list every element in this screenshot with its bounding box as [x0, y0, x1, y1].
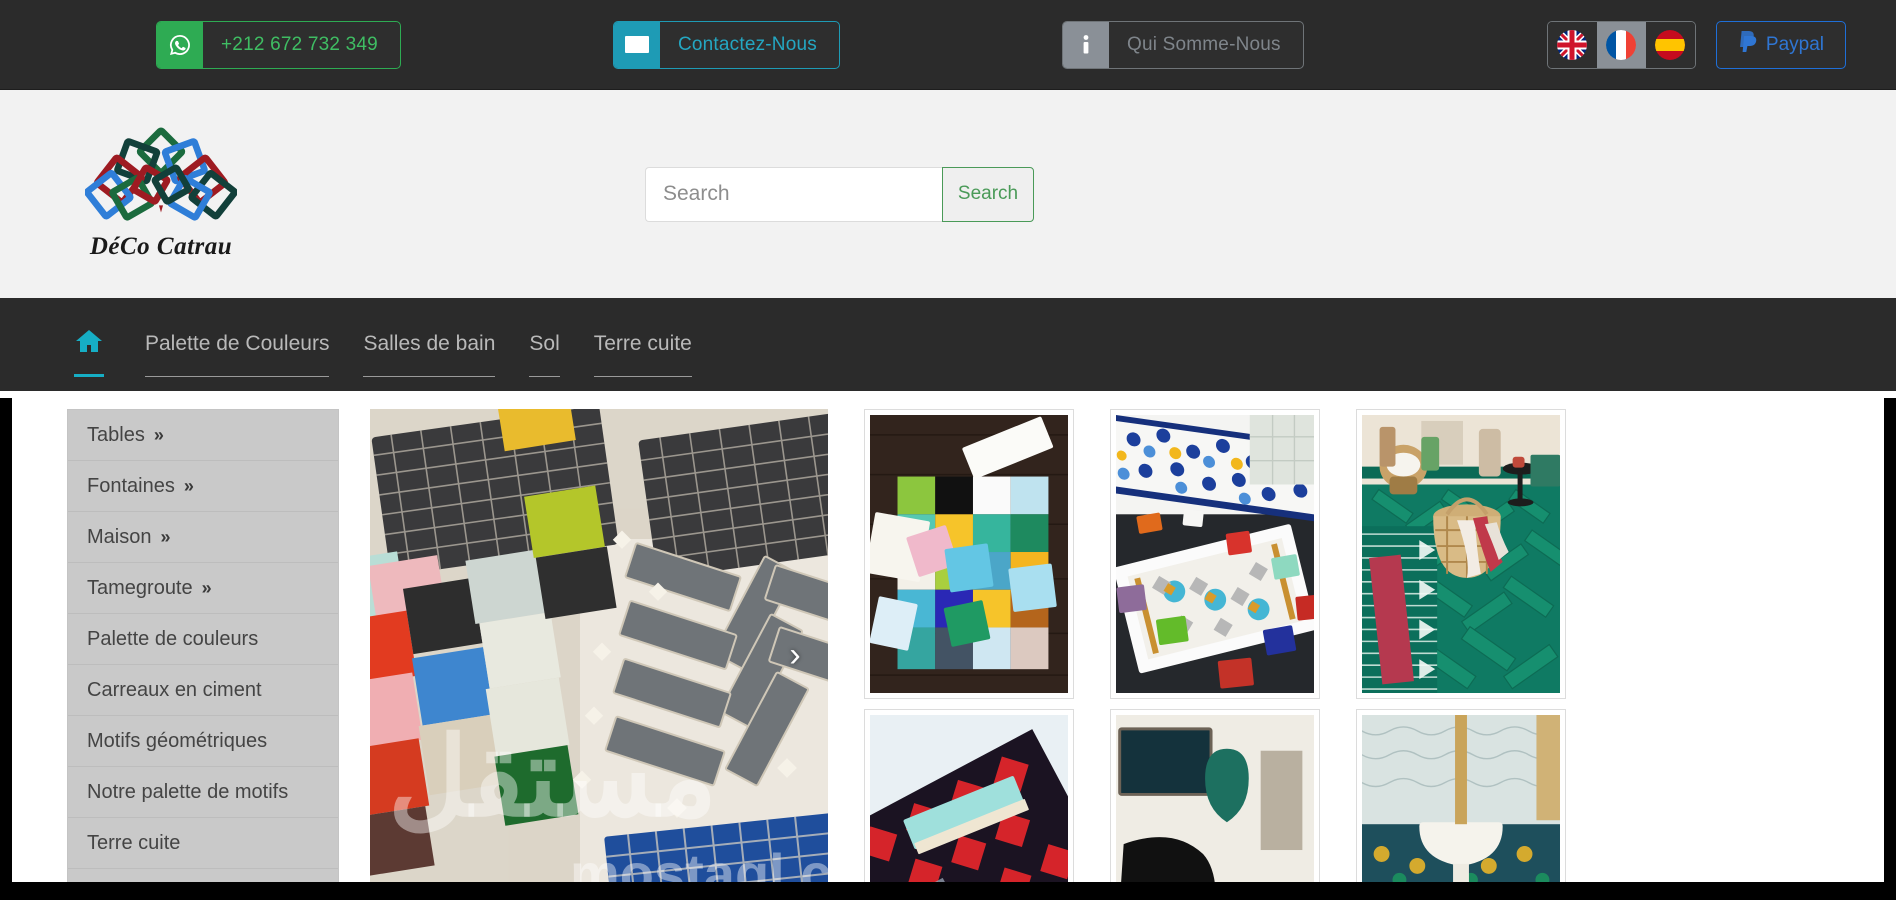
- sidebar-item-palette-de-couleurs[interactable]: Palette de couleurs: [68, 614, 338, 665]
- sidebar-item-label: Tables: [87, 423, 145, 446]
- sidebar-item-label: Tamegroute: [87, 576, 193, 599]
- contact-us-button[interactable]: Contactez-Nous: [612, 20, 840, 69]
- language-option-spanish[interactable]: [1645, 21, 1695, 68]
- search-input[interactable]: [645, 166, 942, 222]
- viewport-bottom-bar: [0, 882, 1896, 900]
- sidebar-item-terre-cuite[interactable]: Terre cuite: [68, 818, 338, 869]
- nav-item-terre-cuite[interactable]: Terre cuite: [577, 319, 709, 391]
- topbar-right-group: Paypal: [1546, 20, 1846, 69]
- thumbnail-green-herringbone-room[interactable]: [1356, 409, 1566, 699]
- uk-flag-icon: [1557, 29, 1588, 60]
- thumbnail-image: [870, 415, 1068, 693]
- chevron-double-right-icon: »: [201, 577, 212, 598]
- about-us-label: Qui Somme-Nous: [1126, 33, 1281, 55]
- logo-wordmark: DéCo Catrau: [89, 233, 233, 260]
- thumbnail-green-wall-decor[interactable]: [1110, 709, 1320, 900]
- sidebar-item-tamegroute[interactable]: Tamegroute »: [68, 563, 338, 614]
- search-button[interactable]: Search: [942, 166, 1034, 222]
- thumbnail-image: [1116, 415, 1314, 693]
- paypal-button[interactable]: Paypal: [1715, 20, 1846, 69]
- chevron-double-right-icon: »: [183, 475, 194, 496]
- carousel-image: [370, 409, 828, 900]
- sidebar-item-motifs-geometriques[interactable]: Motifs géométriques: [68, 716, 338, 767]
- thumbnail-grid: [864, 409, 1566, 900]
- sidebar-item-label: Maison: [87, 525, 152, 548]
- sidebar-item-maison[interactable]: Maison »: [68, 512, 338, 563]
- thumbnail-image: [1116, 715, 1314, 900]
- sidebar-item-label: Fontaines: [87, 474, 175, 497]
- chevron-double-right-icon: »: [153, 424, 164, 445]
- chevron-double-right-icon: »: [160, 526, 170, 547]
- sidebar-item-fontaines[interactable]: Fontaines »: [68, 461, 338, 512]
- thumbnail-mosaic-table-top[interactable]: [1110, 409, 1320, 699]
- carousel-next-button[interactable]: ›: [780, 633, 810, 677]
- product-gallery: مستقل mostaql.com ›: [370, 409, 1896, 900]
- page-content: Tables » Fontaines » Maison » Tamegroute…: [0, 391, 1896, 900]
- sidebar-item-carreaux-en-ciment[interactable]: Carreaux en ciment: [68, 665, 338, 716]
- paypal-icon: [1738, 31, 1757, 58]
- whatsapp-icon: [157, 21, 203, 68]
- site-logo[interactable]: DéCo Catrau: [82, 127, 240, 261]
- nav-item-salles-de-bain[interactable]: Salles de bain: [346, 319, 512, 391]
- sidebar-item-notre-palette-de-motifs[interactable]: Notre palette de motifs: [68, 767, 338, 818]
- info-icon: [1062, 21, 1109, 68]
- contact-us-label: Contactez-Nous: [677, 33, 817, 55]
- whatsapp-phone-label: +212 672 732 349: [221, 33, 378, 55]
- nav-item-palette-de-couleurs[interactable]: Palette de Couleurs: [128, 319, 346, 391]
- top-utility-bar: +212 672 732 349 Contactez-Nous Qui Somm…: [0, 0, 1896, 90]
- spain-flag-icon: [1655, 29, 1686, 60]
- thumbnail-image: [1362, 715, 1560, 900]
- envelope-icon: [613, 21, 660, 68]
- thumbnail-image: [1362, 415, 1560, 693]
- about-us-button[interactable]: Qui Somme-Nous: [1061, 20, 1304, 69]
- thumbnail-marble-fountain[interactable]: [1356, 709, 1566, 900]
- logo-star-mark: [85, 127, 237, 221]
- language-switcher[interactable]: [1546, 20, 1696, 69]
- featured-carousel[interactable]: مستقل mostaql.com ›: [370, 409, 828, 900]
- main-navigation: Palette de Couleurs Salles de bain Sol T…: [0, 298, 1896, 391]
- paypal-label: Paypal: [1765, 33, 1824, 55]
- france-flag-icon: [1606, 29, 1637, 60]
- viewport-left-gutter: [0, 398, 12, 900]
- thumbnail-red-black-pattern-tile[interactable]: [864, 709, 1074, 900]
- nav-item-sol[interactable]: Sol: [512, 319, 576, 391]
- nav-item-home[interactable]: [62, 319, 116, 391]
- language-option-english[interactable]: [1547, 21, 1597, 68]
- search-bar: Search: [645, 166, 1034, 222]
- language-option-french[interactable]: [1596, 21, 1646, 68]
- viewport-right-gutter: [1884, 398, 1896, 900]
- home-icon: [76, 329, 102, 359]
- thumbnail-colorful-zellige-on-wood[interactable]: [864, 409, 1074, 699]
- site-header: DéCo Catrau Search: [0, 90, 1896, 298]
- thumbnail-image: [870, 715, 1068, 900]
- whatsapp-phone-button[interactable]: +212 672 732 349: [156, 20, 401, 69]
- category-sidebar: Tables » Fontaines » Maison » Tamegroute…: [67, 409, 339, 900]
- sidebar-item-tables[interactable]: Tables »: [68, 410, 338, 461]
